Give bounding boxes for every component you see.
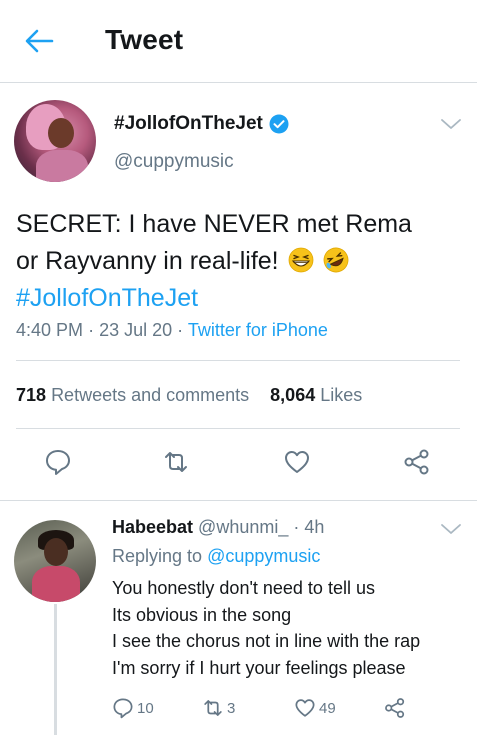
tweet-text: SECRET: I have NEVER met Rema or Rayvann… (16, 206, 466, 317)
reply-share-button[interactable] (384, 695, 406, 721)
retweet-icon[interactable] (162, 448, 190, 476)
likes-label: Likes (320, 385, 363, 405)
reply-avatar[interactable] (14, 520, 96, 602)
likes-stat[interactable]: 8,064 Likes (270, 385, 362, 405)
tweet-text-line: or Rayvanny in real-life! (16, 247, 279, 275)
tweet-actions (0, 448, 477, 484)
page-title: Tweet (105, 24, 184, 55)
tweet-source-link[interactable]: Twitter for iPhone (188, 320, 328, 340)
tweet-time: 4:40 PM (16, 320, 84, 340)
rolling-on-floor-laughing-icon (323, 247, 348, 273)
reply-header: Habeebat @whunmi_ · 4h (112, 517, 324, 538)
section-divider (0, 500, 477, 501)
arrow-left-icon[interactable] (24, 28, 54, 54)
grinning-squinting-face-icon (288, 247, 313, 273)
reply-handle[interactable]: @whunmi_ (198, 517, 288, 537)
replying-prefix: Replying to (112, 546, 203, 566)
reply-like-button[interactable]: 49 (294, 695, 336, 721)
reply-line: I see the chorus not in line with the ra… (112, 631, 421, 651)
like-icon (295, 699, 315, 717)
tweet-text-line-2: or Rayvanny in real-life! (16, 243, 466, 280)
share-icon[interactable] (403, 448, 431, 476)
reply-line: Its obvious in the song (112, 604, 292, 625)
reply-reply-count: 10 (137, 699, 154, 717)
user-handle[interactable]: @cuppymusic (114, 151, 234, 173)
reply-like-count: 49 (319, 699, 336, 717)
thread-line (54, 604, 57, 735)
retweet-icon (204, 700, 222, 716)
reply-icon[interactable] (44, 448, 72, 476)
reply-retweet-count: 3 (227, 699, 236, 717)
chevron-down-icon[interactable] (440, 522, 462, 536)
reply-retweet-button[interactable]: 3 (202, 695, 235, 721)
meta-separator: · (293, 517, 300, 537)
reply-age: 4h (304, 517, 325, 537)
avatar[interactable] (14, 100, 96, 182)
tweet-stats: 718 Retweets and comments 8,064 Likes (16, 385, 362, 406)
retweets-label: Retweets and comments (51, 385, 250, 405)
tweet-meta: 4:40 PM · 23 Jul 20 · Twitter for iPhone (16, 320, 328, 341)
meta-separator: · (177, 320, 184, 340)
hashtag-link[interactable]: #JollofOnTheJet (16, 280, 466, 317)
like-icon[interactable] (283, 448, 311, 476)
reply-line: You honestly don't need to tell us (112, 578, 375, 598)
chevron-down-icon[interactable] (440, 117, 462, 131)
share-icon (385, 698, 405, 718)
divider (16, 360, 460, 361)
retweets-count: 718 (16, 385, 47, 405)
reply-actions: 10 3 49 (112, 695, 452, 721)
tweet-date: 23 Jul 20 (99, 320, 173, 340)
reply-reply-button[interactable]: 10 (112, 695, 154, 721)
divider (16, 428, 460, 429)
likes-count: 8,064 (270, 385, 316, 405)
meta-separator: · (88, 320, 95, 340)
verified-badge-icon (269, 114, 289, 134)
retweets-stat[interactable]: 718 Retweets and comments (16, 385, 249, 405)
replying-to-handle[interactable]: @cuppymusic (207, 546, 320, 566)
top-bar: Tweet (0, 0, 477, 83)
tweet-text-line: SECRET: I have NEVER met Rema (16, 210, 412, 238)
reply-line: I'm sorry if I hurt your feelings please (112, 657, 406, 678)
display-name[interactable]: #JollofOnTheJet (114, 113, 263, 135)
reply-display-name[interactable]: Habeebat (112, 517, 193, 537)
replying-to: Replying to @cuppymusic (112, 546, 320, 567)
reply-text: You honestly don't need to tell us Its o… (112, 575, 467, 681)
reply-icon (113, 698, 133, 719)
